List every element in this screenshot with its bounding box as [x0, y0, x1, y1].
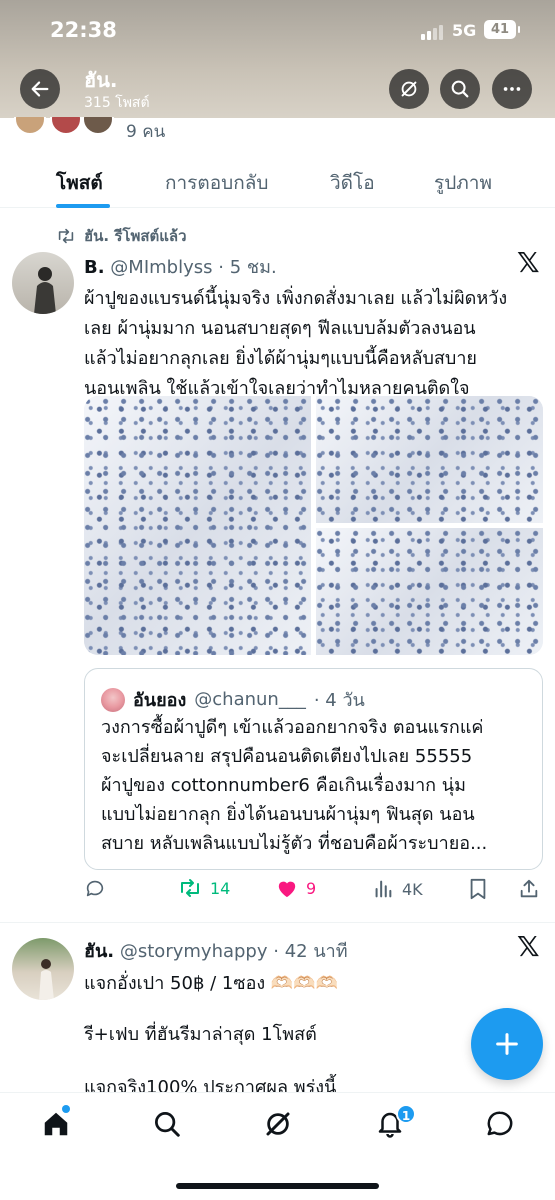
- views-button[interactable]: 4K: [372, 878, 423, 900]
- nav-search[interactable]: [150, 1107, 184, 1141]
- nav-grok[interactable]: [261, 1107, 295, 1141]
- post-text: ผ้าปูของแบรนด์นี้นุ่มจริง เพิ่งกดสั่งมาเ…: [84, 288, 508, 399]
- media-photo[interactable]: [316, 528, 543, 655]
- search-icon: [451, 80, 469, 98]
- view-count: 4K: [402, 879, 423, 899]
- compose-button[interactable]: [471, 1008, 543, 1080]
- post-header: ฮัน. @storymyhappy · 42 นาที: [84, 936, 348, 965]
- handle[interactable]: @storymyhappy: [120, 941, 268, 962]
- home-indicator: [176, 1183, 379, 1189]
- arrow-left-icon: [31, 81, 49, 97]
- repost-label: ฮัน. รีโพสต์แล้ว: [84, 227, 187, 245]
- battery-icon: 41: [484, 20, 520, 39]
- media-photo[interactable]: [84, 396, 311, 655]
- active-tab-indicator: [56, 204, 110, 208]
- post-actions: 14 9 4K: [84, 878, 543, 908]
- home-unread-dot: [62, 1105, 70, 1113]
- status-time: 22:38: [50, 18, 117, 42]
- tab-videos[interactable]: วิดีโอ: [330, 168, 375, 198]
- notification-badge: 1: [396, 1104, 416, 1124]
- reply-button[interactable]: [84, 878, 106, 900]
- signal-icon: [421, 24, 443, 40]
- repost-icon: [58, 228, 74, 244]
- timestamp[interactable]: · 5 ชม.: [218, 257, 276, 278]
- followers-you-know[interactable]: 9 คน: [126, 118, 165, 145]
- chat-icon: [487, 1111, 513, 1136]
- post-text-line: รี+เฟบ ที่ฮันรีมาล่าสุด 1โพสต์: [84, 1024, 317, 1045]
- quote-display-name: อันยอง: [133, 690, 187, 711]
- search-icon: [155, 1112, 180, 1137]
- more-icon: [503, 87, 521, 91]
- quote-avatar: [101, 687, 125, 712]
- status-bar: 22:38 5G 41: [0, 18, 555, 48]
- reply-icon: [86, 880, 104, 897]
- home-icon: [44, 1112, 68, 1136]
- share-button[interactable]: [518, 878, 540, 900]
- more-button[interactable]: [492, 69, 532, 109]
- post-media-grid: [84, 396, 543, 655]
- grok-button[interactable]: [389, 69, 429, 109]
- x-logo-icon: 𝕏: [517, 246, 540, 279]
- display-name[interactable]: B.: [84, 257, 105, 278]
- handle[interactable]: @MImblyss: [110, 257, 212, 278]
- post-divider: [0, 922, 555, 923]
- media-photo[interactable]: [316, 396, 543, 523]
- follower-avatars: [14, 117, 114, 137]
- grok-icon: [266, 1112, 290, 1136]
- grok-icon: [401, 81, 417, 97]
- profile-tabs: โพสต์ การตอบกลับ วิดีโอ รูปภาพ: [0, 150, 555, 208]
- tab-posts[interactable]: โพสต์: [56, 168, 103, 198]
- repost-icon: [181, 879, 199, 897]
- quote-header: อันยอง @chanun___ · 4 วัน: [101, 685, 365, 714]
- like-count: 9: [306, 878, 317, 898]
- repost-button[interactable]: 14: [178, 878, 230, 898]
- heart-icon: [278, 881, 296, 898]
- nav-messages[interactable]: [483, 1107, 517, 1141]
- plus-icon: [496, 1033, 518, 1055]
- avatar[interactable]: [12, 938, 74, 1000]
- post-header: B. @MImblyss · 5 ชม.: [84, 252, 277, 281]
- tab-photos[interactable]: รูปภาพ: [434, 168, 492, 198]
- network-label: 5G: [452, 21, 477, 40]
- repost-count: 14: [210, 878, 231, 898]
- quote-timestamp: · 4 วัน: [313, 690, 365, 711]
- display-name[interactable]: ฮัน.: [84, 941, 114, 962]
- quote-handle: @chanun___: [194, 689, 306, 710]
- post-count: 315 โพสต์: [84, 95, 150, 111]
- back-button[interactable]: [20, 69, 60, 109]
- like-button[interactable]: 9: [276, 878, 316, 898]
- tab-replies[interactable]: การตอบกลับ: [165, 168, 268, 198]
- views-icon: [375, 880, 392, 898]
- avatar[interactable]: [12, 252, 74, 314]
- post-text-line: แจกอั่งเปา 50฿ / 1ซอง 🫶🏻🫶🏻🫶🏻: [84, 973, 339, 994]
- quoted-post[interactable]: อันยอง @chanun___ · 4 วัน วงการซื้อผ้าปู…: [84, 668, 543, 870]
- timestamp[interactable]: · 42 นาที: [273, 941, 347, 962]
- search-button[interactable]: [440, 69, 480, 109]
- quote-text: วงการซื้อผ้าปูดีๆ เข้าแล้วออกยากจริง ตอน…: [101, 717, 488, 854]
- repost-indicator: ฮัน. รีโพสต์แล้ว: [56, 224, 187, 248]
- x-logo-icon: 𝕏: [517, 930, 540, 963]
- bookmark-icon: [470, 878, 486, 900]
- bookmark-button[interactable]: [468, 878, 488, 900]
- share-icon: [520, 879, 538, 898]
